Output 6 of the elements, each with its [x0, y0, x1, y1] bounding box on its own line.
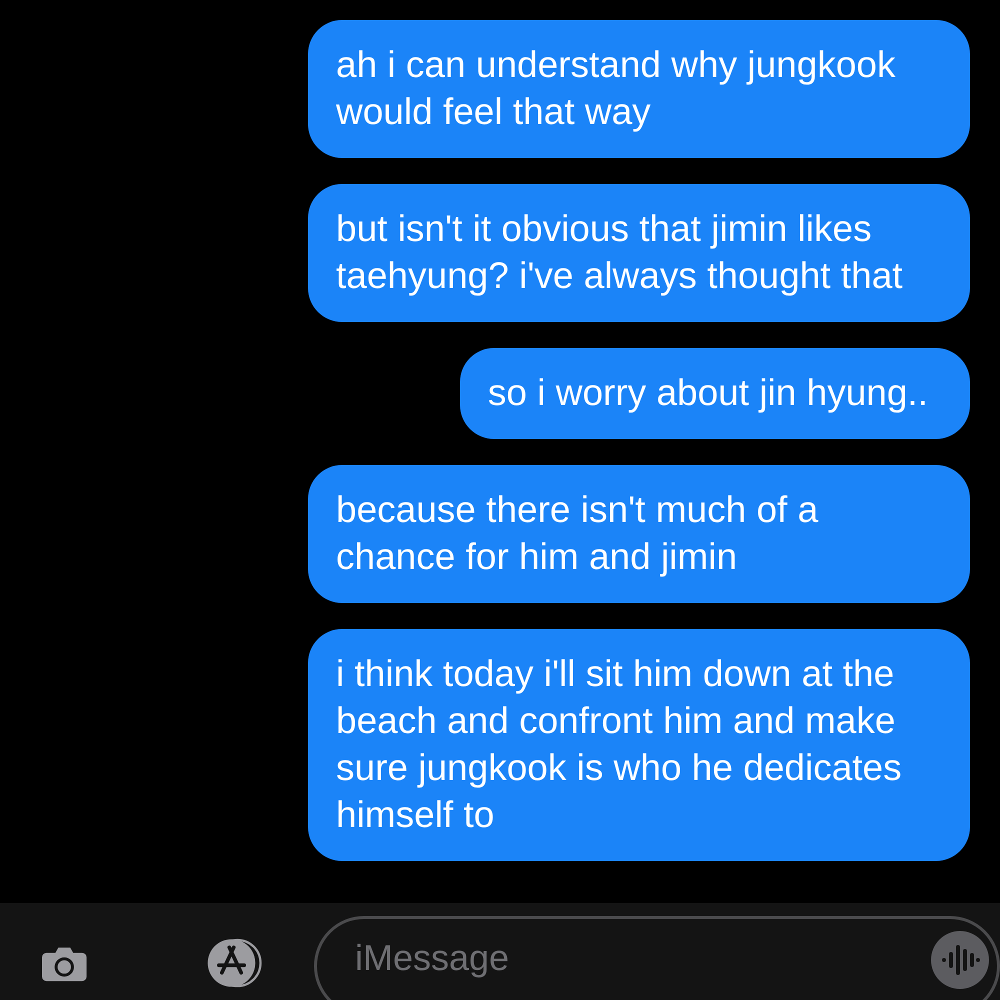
- audio-wave-icon[interactable]: [931, 931, 989, 989]
- message-bubble: because there isn't much of a chance for him and jimin: [308, 465, 970, 603]
- message-bubble: ah i can understand why jungkook would feel that way: [308, 20, 970, 158]
- message-bubble: i think today i'll sit him down at the beach and confront him and make sure jungkook is who he dedicates himself to: [308, 629, 970, 861]
- message-bubble: so i worry about jin hyung..: [460, 348, 970, 439]
- message-bubble: but isn't it obvious that jimin likes taehyung? i've always thought that: [308, 184, 970, 322]
